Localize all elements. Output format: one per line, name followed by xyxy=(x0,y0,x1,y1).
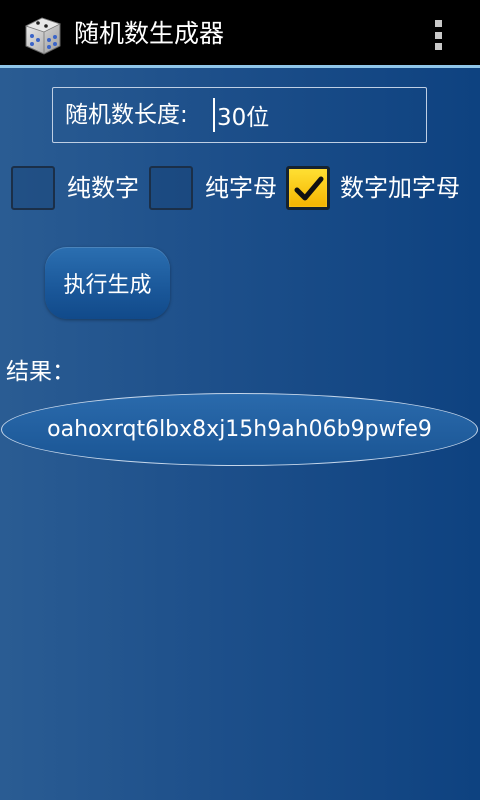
length-field-container: 随机数长度: xyxy=(52,87,427,143)
action-bar: 随机数生成器 xyxy=(0,0,480,68)
digits-and-letters-checkbox[interactable] xyxy=(286,166,330,210)
option-digits-and-letters[interactable]: 数字加字母 xyxy=(286,164,460,212)
length-label: 随机数长度: xyxy=(65,102,188,128)
generate-button[interactable]: 执行生成 xyxy=(45,247,170,319)
dice-icon xyxy=(20,12,66,58)
option-letters-only[interactable]: 纯字母 xyxy=(149,164,277,212)
app-title: 随机数生成器 xyxy=(74,19,225,48)
result-label: 结果： xyxy=(6,359,75,385)
result-value: oahoxrqt6lbx8xj15h9ah06b9pwfe9 xyxy=(47,416,432,442)
overflow-dot xyxy=(434,43,442,50)
letters-only-checkbox[interactable] xyxy=(149,166,193,210)
checkmark-icon xyxy=(294,176,324,201)
length-input[interactable] xyxy=(213,98,417,132)
option-label: 纯字母 xyxy=(205,174,277,202)
overflow-dot xyxy=(434,20,442,27)
option-label: 数字加字母 xyxy=(340,174,460,202)
result-box: oahoxrqt6lbx8xj15h9ah06b9pwfe9 xyxy=(1,393,478,466)
overflow-menu-icon[interactable] xyxy=(424,16,452,54)
option-digits-only[interactable]: 纯数字 xyxy=(11,164,139,212)
digits-only-checkbox[interactable] xyxy=(11,166,55,210)
overflow-dot xyxy=(434,31,442,39)
option-label: 纯数字 xyxy=(67,174,139,202)
